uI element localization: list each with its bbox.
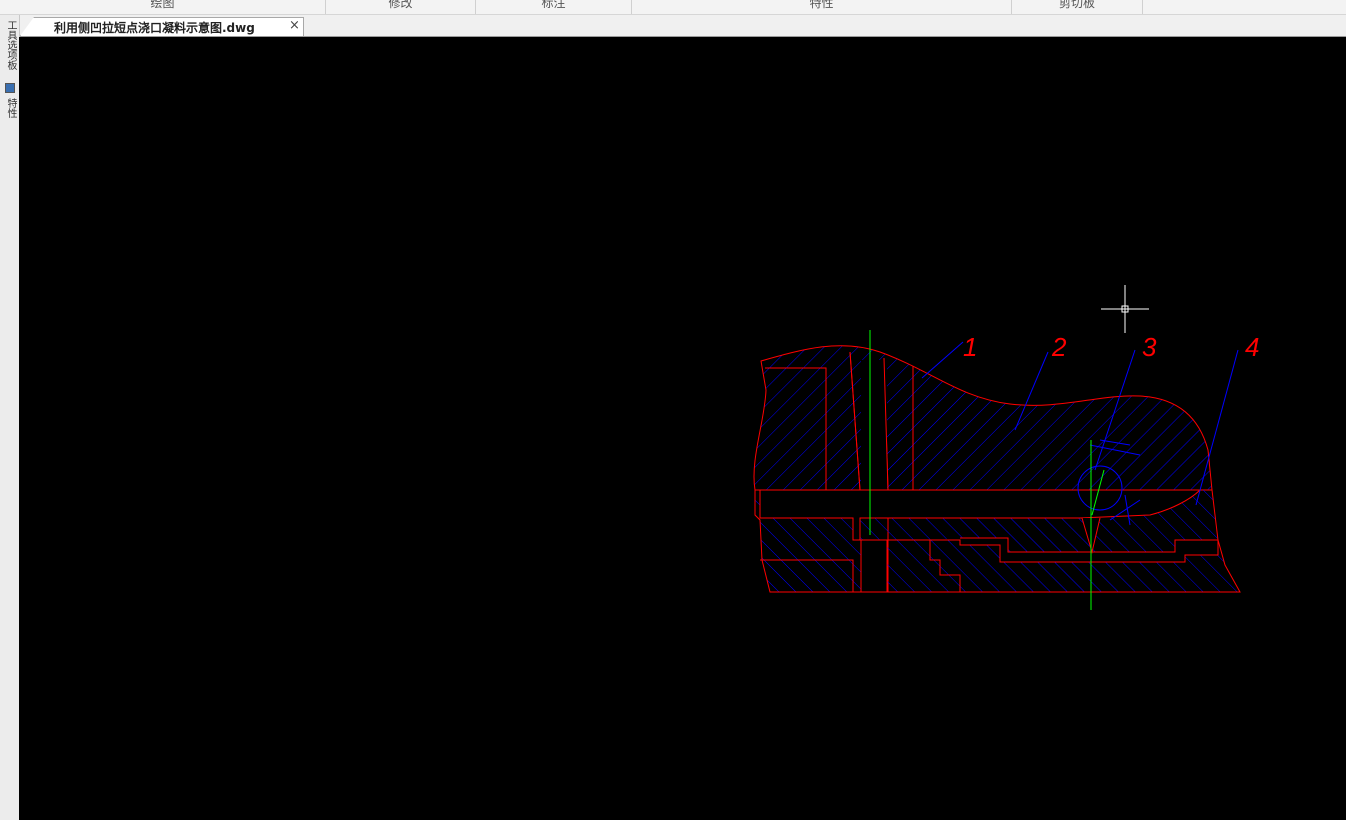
callout-label-1: 1	[963, 332, 977, 362]
leader-line-4	[1195, 349, 1239, 506]
ribbon-group-properties[interactable]: 特性	[632, 0, 1012, 14]
ribbon-group-modify[interactable]: 修改	[326, 0, 476, 14]
document-tab-bar: 利用侧凹拉短点浇口凝料示意图.dwg ×	[0, 15, 1346, 37]
callout-label-3: 3	[1142, 332, 1157, 362]
leader-line-1	[921, 341, 964, 379]
side-tab-properties-label: 特性	[5, 98, 16, 119]
properties-icon	[5, 83, 15, 93]
cad-drawing: 1 2 3 4	[753, 285, 1259, 610]
callout-label-4: 4	[1245, 332, 1259, 362]
ribbon-group-clipboard[interactable]: 剪切板	[1012, 0, 1143, 14]
ribbon-group-draw[interactable]: 绘图	[0, 0, 326, 14]
side-tab-tool-palette-label: 工具选项板	[5, 20, 16, 70]
ribbon-panel-titles: 绘图 修改 标注 特性 剪切板	[0, 0, 1346, 15]
side-palette-strip: 工具选项板 特性	[0, 15, 20, 820]
sprue-gap	[861, 360, 887, 490]
ribbon-group-annotate[interactable]: 标注	[476, 0, 632, 14]
drawing-canvas[interactable]: 1 2 3 4	[19, 37, 1346, 820]
upper-plate-outline	[753, 345, 1213, 491]
side-tab-properties[interactable]: 特性	[1, 83, 17, 118]
mold-section: 1 2 3 4	[753, 285, 1259, 610]
callout-label-2: 2	[1051, 332, 1067, 362]
side-tab-tool-palette[interactable]: 工具选项板	[1, 20, 17, 70]
close-tab-icon[interactable]: ×	[289, 18, 1340, 33]
sprue-lower-gap	[860, 539, 888, 593]
crosshair-cursor-icon	[1101, 285, 1149, 333]
document-tab-title[interactable]: 利用侧凹拉短点浇口凝料示意图.dwg	[54, 19, 255, 36]
